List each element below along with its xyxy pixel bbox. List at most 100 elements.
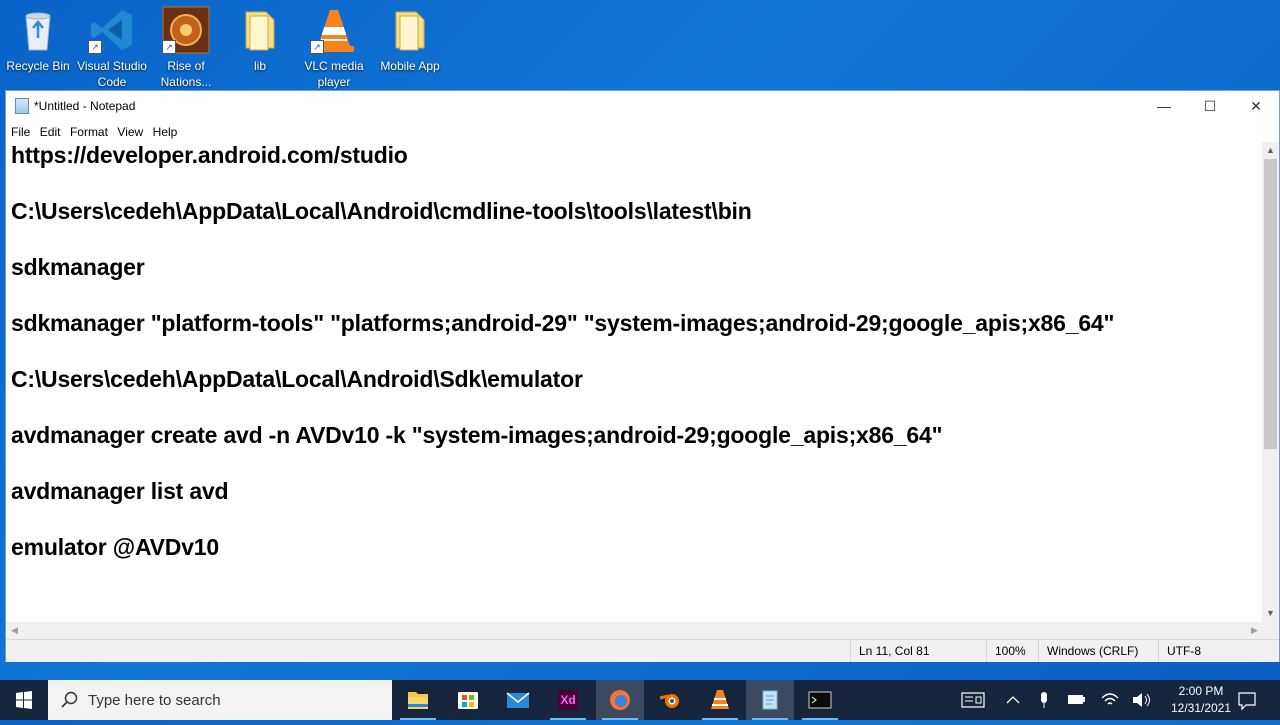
windows-logo-icon	[16, 691, 32, 709]
chevron-up-icon	[1006, 696, 1020, 704]
search-icon	[61, 691, 78, 708]
clock-time: 2:00 PM	[1178, 684, 1224, 698]
desktop-icon-lib[interactable]: lib	[224, 4, 296, 74]
desktop-icon-label: Mobile App	[380, 59, 440, 73]
tray-battery[interactable]	[1064, 680, 1088, 720]
vertical-scrollbar[interactable]: ▲ ▼	[1262, 142, 1279, 622]
close-button[interactable]: ✕	[1233, 91, 1279, 122]
horizontal-scrollbar[interactable]: ◀ ▶	[6, 622, 1263, 639]
tray-network[interactable]	[1098, 680, 1122, 720]
folder-icon	[386, 6, 434, 54]
wifi-icon	[1101, 693, 1119, 705]
shortcut-arrow-icon: ↗	[310, 40, 324, 54]
blender-icon	[659, 694, 679, 708]
taskbar: Type here to search Xd 2:00 PM 12/31/202…	[0, 680, 1280, 720]
title-bar[interactable]: *Untitled - Notepad — ☐ ✕	[6, 91, 1279, 122]
status-position: Ln 11, Col 81	[850, 640, 986, 662]
scrollbar-thumb[interactable]	[1264, 159, 1277, 449]
desktop-icon-rise-of-nations[interactable]: ↗ Rise of Nations...	[150, 4, 222, 90]
show-hidden-icons-button[interactable]	[1002, 680, 1024, 720]
text-editor[interactable]: https://developer.android.com/studio C:\…	[6, 142, 1263, 622]
scrollbar-corner	[1262, 622, 1279, 639]
menu-format[interactable]: Format	[65, 122, 108, 139]
desktop-icon-vscode[interactable]: ↗ Visual Studio Code	[76, 4, 148, 90]
notepad-icon	[15, 98, 29, 114]
shortcut-arrow-icon: ↗	[88, 40, 102, 54]
menu-view[interactable]: View	[112, 122, 143, 139]
scroll-left-icon[interactable]: ◀	[6, 622, 23, 639]
scroll-down-icon[interactable]: ▼	[1262, 605, 1279, 622]
mail-icon	[506, 692, 530, 708]
status-bar: Ln 11, Col 81 100% Windows (CRLF) UTF-8	[6, 639, 1279, 662]
terminal-icon	[808, 691, 832, 709]
desktop-icon-label: Recycle Bin	[6, 59, 70, 73]
desktop-icon-mobile-app[interactable]: Mobile App	[374, 4, 446, 74]
battery-icon	[1068, 695, 1085, 704]
rise-of-nations-icon: ↗	[162, 6, 210, 54]
status-zoom: 100%	[986, 640, 1038, 662]
taskbar-microsoft-store[interactable]	[444, 680, 492, 720]
folder-icon	[236, 6, 284, 54]
minimize-button[interactable]: —	[1141, 91, 1187, 122]
menu-edit[interactable]: Edit	[35, 122, 61, 139]
notepad-icon	[762, 690, 778, 710]
scroll-right-icon[interactable]: ▶	[1246, 622, 1263, 639]
desktop-icon-label: VLC media player	[304, 59, 364, 89]
taskbar-blender[interactable]	[646, 680, 694, 720]
action-center-button[interactable]	[1232, 680, 1262, 720]
status-line-ending: Windows (CRLF)	[1038, 640, 1158, 662]
text-line: emulator @AVDv10	[11, 534, 219, 560]
clock-date: 12/31/2021	[1170, 701, 1232, 715]
clock[interactable]: 2:00 PM 12/31/2021	[1166, 683, 1236, 717]
text-line: avdmanager list avd	[11, 478, 229, 504]
taskbar-terminal[interactable]	[796, 680, 844, 720]
text-line: https://developer.android.com/studio	[11, 142, 408, 168]
search-box[interactable]: Type here to search	[48, 680, 392, 720]
adobe-xd-label: Xd	[560, 693, 576, 707]
text-line: sdkmanager "platform-tools" "platforms;a…	[11, 310, 1115, 336]
notepad-window: *Untitled - Notepad — ☐ ✕ File Edit Form…	[5, 90, 1280, 662]
maximize-icon: ☐	[1203, 98, 1217, 114]
scroll-up-icon[interactable]: ▲	[1262, 142, 1279, 159]
recycle-bin-icon	[14, 6, 62, 54]
taskbar-adobe-xd[interactable]: Xd	[544, 680, 592, 720]
taskbar-vlc[interactable]	[696, 680, 744, 720]
tray-microphone[interactable]	[1034, 680, 1054, 720]
microphone-icon	[1041, 692, 1047, 708]
text-line: avdmanager create avd -n AVDv10 -k "syst…	[11, 422, 943, 448]
desktop-icon-vlc[interactable]: ↗ VLC media player	[298, 4, 370, 90]
start-button[interactable]	[0, 680, 48, 720]
news-icon	[961, 692, 985, 708]
maximize-button[interactable]: ☐	[1187, 91, 1233, 122]
adobe-xd-icon: Xd	[558, 690, 578, 710]
file-explorer-icon	[408, 692, 428, 709]
taskbar-mail[interactable]	[494, 680, 542, 720]
desktop-icon-label: Visual Studio Code	[77, 59, 147, 89]
notification-icon	[1238, 692, 1256, 711]
desktop-icon-label: lib	[253, 59, 266, 73]
news-widget[interactable]	[956, 680, 990, 720]
microsoft-store-icon	[458, 692, 478, 709]
volume-icon	[1133, 693, 1150, 707]
close-icon: ✕	[1250, 98, 1262, 114]
text-line: sdkmanager	[11, 254, 145, 280]
firefox-icon	[610, 690, 630, 710]
minimize-icon: —	[1157, 98, 1171, 114]
vscode-icon: ↗	[88, 6, 136, 54]
search-placeholder: Type here to search	[88, 692, 221, 709]
taskbar-notepad[interactable]	[746, 680, 794, 720]
text-line: C:\Users\cedeh\AppData\Local\Android\Sdk…	[11, 366, 583, 392]
text-line: C:\Users\cedeh\AppData\Local\Android\cmd…	[11, 198, 752, 224]
vlc-icon: ↗	[310, 6, 358, 54]
menu-help[interactable]: Help	[148, 122, 178, 139]
taskbar-file-explorer[interactable]	[394, 680, 442, 720]
window-title: *Untitled - Notepad	[34, 99, 136, 113]
desktop-icon-recycle-bin[interactable]: Recycle Bin	[2, 4, 74, 74]
menu-bar: File Edit Format View Help	[6, 122, 1279, 142]
status-encoding: UTF-8	[1158, 640, 1258, 662]
taskbar-firefox[interactable]	[596, 680, 644, 720]
tray-volume[interactable]	[1128, 680, 1154, 720]
menu-file[interactable]: File	[6, 122, 30, 139]
desktop-icon-label: Rise of Nations...	[160, 59, 212, 89]
shortcut-arrow-icon: ↗	[162, 40, 176, 54]
